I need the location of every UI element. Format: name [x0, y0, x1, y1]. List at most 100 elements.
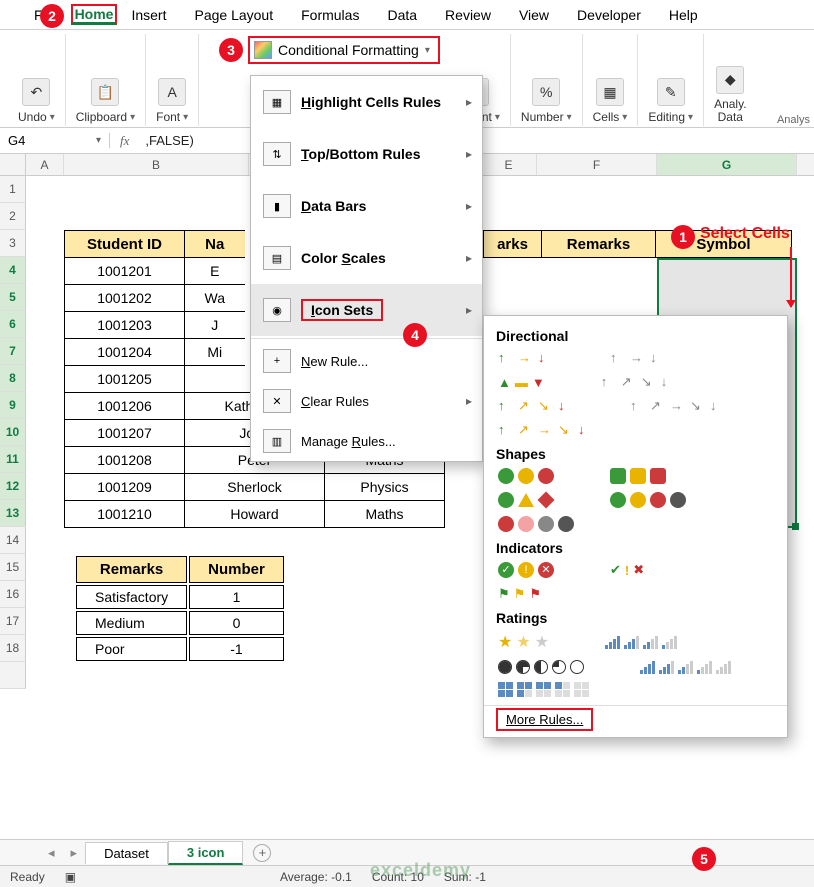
row-hdr[interactable]: 7 [0, 338, 26, 365]
row-hdr[interactable]: 8 [0, 365, 26, 392]
formula-input[interactable]: ,FALSE) [139, 133, 199, 148]
tab-data[interactable]: Data [373, 3, 431, 27]
iconset-5ratings[interactable] [640, 660, 731, 674]
row-hdr[interactable]: 4 [0, 257, 26, 284]
row-hdr[interactable]: 14 [0, 527, 26, 554]
row-hdr[interactable] [0, 662, 26, 689]
tab-insert[interactable]: Insert [117, 3, 180, 27]
row-hdr[interactable]: 18 [0, 635, 26, 662]
menu-new-rule[interactable]: +New Rule... [251, 341, 482, 381]
menu-more-rules[interactable]: More Rules... [496, 712, 775, 727]
cell[interactable]: Medium [76, 611, 187, 635]
iconset-4arrows-gray[interactable]: ↑↗↘↓ [601, 374, 677, 390]
iconset-4trafficlights[interactable] [610, 492, 686, 508]
row-hdr[interactable]: 16 [0, 581, 26, 608]
row-hdr[interactable]: 11 [0, 446, 26, 473]
col-B[interactable]: B [64, 154, 249, 175]
cell-name[interactable] [185, 366, 245, 393]
menu-clear-rules[interactable]: ✕Clear Rules▸ [251, 381, 482, 421]
tab-formulas[interactable]: Formulas [287, 3, 373, 27]
col-E[interactable]: E [481, 154, 537, 175]
group-analyze[interactable]: ◆Analy.Data [704, 34, 756, 126]
row-hdr[interactable]: 9 [0, 392, 26, 419]
cell-name[interactable]: Sherlock [185, 474, 325, 501]
cell-id[interactable]: 1001209 [65, 474, 185, 501]
iconset-5arrows-color[interactable]: ↑↗→↘↓ [498, 422, 594, 438]
cell-id[interactable]: 1001207 [65, 420, 185, 447]
cell-name[interactable]: Howard [185, 501, 325, 528]
iconset-3arrows-color[interactable]: ↑→↓ [498, 350, 554, 366]
tab-review[interactable]: Review [431, 3, 505, 27]
tab-home[interactable]: Home [71, 4, 118, 25]
iconset-3signs[interactable] [498, 492, 554, 508]
cell-subject[interactable]: Maths [325, 501, 445, 528]
row-hdr[interactable]: 3 [0, 230, 26, 257]
cell[interactable]: Satisfactory [76, 585, 187, 609]
record-macro-icon[interactable]: ▣ [65, 870, 76, 884]
iconset-4arrows-color[interactable]: ↑↗↘↓ [498, 398, 574, 414]
group-font[interactable]: AFont▾ [146, 34, 199, 126]
row-hdr[interactable]: 17 [0, 608, 26, 635]
row-hdr[interactable]: 13 [0, 500, 26, 527]
col-F[interactable]: F [537, 154, 657, 175]
iconset-3trafficlights-rimmed[interactable] [610, 468, 666, 484]
iconset-4ratings[interactable] [605, 632, 677, 652]
cell-name[interactable]: J [185, 312, 245, 339]
iconset-3triangles[interactable]: ▲▬▼ [498, 374, 545, 390]
iconset-5boxes[interactable] [498, 682, 589, 697]
cell[interactable]: 0 [189, 611, 284, 635]
cell-subject[interactable]: Physics [325, 474, 445, 501]
cell-id[interactable]: 1001205 [65, 366, 185, 393]
tab-pagelayout[interactable]: Page Layout [180, 3, 287, 27]
fill-handle[interactable] [792, 523, 799, 530]
menu-data-bars[interactable]: ▮Data Bars▸ [251, 180, 482, 232]
sheet-tab-dataset[interactable]: Dataset [85, 842, 168, 864]
iconset-3flags[interactable]: ⚑⚑⚑ [498, 586, 541, 602]
cell-id[interactable]: 1001208 [65, 447, 185, 474]
fx-icon[interactable]: fx [110, 133, 139, 149]
iconset-3stars[interactable]: ★★★ [498, 632, 549, 652]
name-box[interactable]: G4▾ [0, 133, 110, 148]
cell-id[interactable]: 1001210 [65, 501, 185, 528]
iconset-redtoblack[interactable] [498, 516, 574, 532]
row-hdr[interactable]: 12 [0, 473, 26, 500]
cell-name[interactable]: Wa [185, 285, 245, 312]
row-hdr[interactable]: 2 [0, 203, 26, 230]
group-number[interactable]: %Number▾ [511, 34, 583, 126]
add-sheet-button[interactable]: + [253, 844, 271, 862]
sheet-nav-prev[interactable]: ◂ [40, 845, 63, 861]
row-hdr[interactable]: 10 [0, 419, 26, 446]
cell-id[interactable]: 1001206 [65, 393, 185, 420]
sheet-tab-3icon[interactable]: 3 icon [168, 841, 244, 865]
group-undo[interactable]: ↶Undo▾ [8, 34, 66, 126]
menu-manage-rules[interactable]: ▥Manage Rules... [251, 421, 482, 461]
iconset-3symbols-circled[interactable]: ✓!✕ [498, 562, 554, 578]
cell-id[interactable]: 1001204 [65, 339, 185, 366]
col-G[interactable]: G [657, 154, 797, 175]
col-A[interactable]: A [26, 154, 64, 175]
menu-highlight-cells[interactable]: ▦Highlight Cells Rules▸ [251, 76, 482, 128]
menu-icon-sets[interactable]: ◉Icon Sets▸ [251, 284, 482, 336]
cell-id[interactable]: 1001203 [65, 312, 185, 339]
group-editing[interactable]: ✎Editing▾ [638, 34, 704, 126]
cell-id[interactable]: 1001201 [65, 258, 185, 285]
conditional-formatting-button[interactable]: Conditional Formatting ▾ [248, 36, 440, 64]
tab-help[interactable]: Help [655, 3, 712, 27]
menu-color-scales[interactable]: ▤Color Scales▸ [251, 232, 482, 284]
sheet-nav-next[interactable]: ▸ [63, 845, 86, 861]
group-clipboard[interactable]: 📋Clipboard▾ [66, 34, 146, 126]
row-hdr[interactable]: 1 [0, 176, 26, 203]
tab-developer[interactable]: Developer [563, 3, 655, 27]
iconset-3arrows-gray[interactable]: ↑→↓ [610, 350, 666, 366]
row-hdr[interactable]: 6 [0, 311, 26, 338]
cell-name[interactable]: E [185, 258, 245, 285]
tab-view[interactable]: View [505, 3, 563, 27]
iconset-5arrows-gray[interactable]: ↑↗→↘↓ [630, 398, 726, 414]
iconset-5quarters[interactable] [498, 660, 584, 674]
cell-name[interactable]: Mi [185, 339, 245, 366]
menu-top-bottom[interactable]: ⇅Top/Bottom Rules▸ [251, 128, 482, 180]
cell-id[interactable]: 1001202 [65, 285, 185, 312]
iconset-3symbols[interactable]: ✔!✖ [610, 562, 644, 578]
group-cells[interactable]: ▦Cells▾ [583, 34, 639, 126]
row-hdr[interactable]: 5 [0, 284, 26, 311]
